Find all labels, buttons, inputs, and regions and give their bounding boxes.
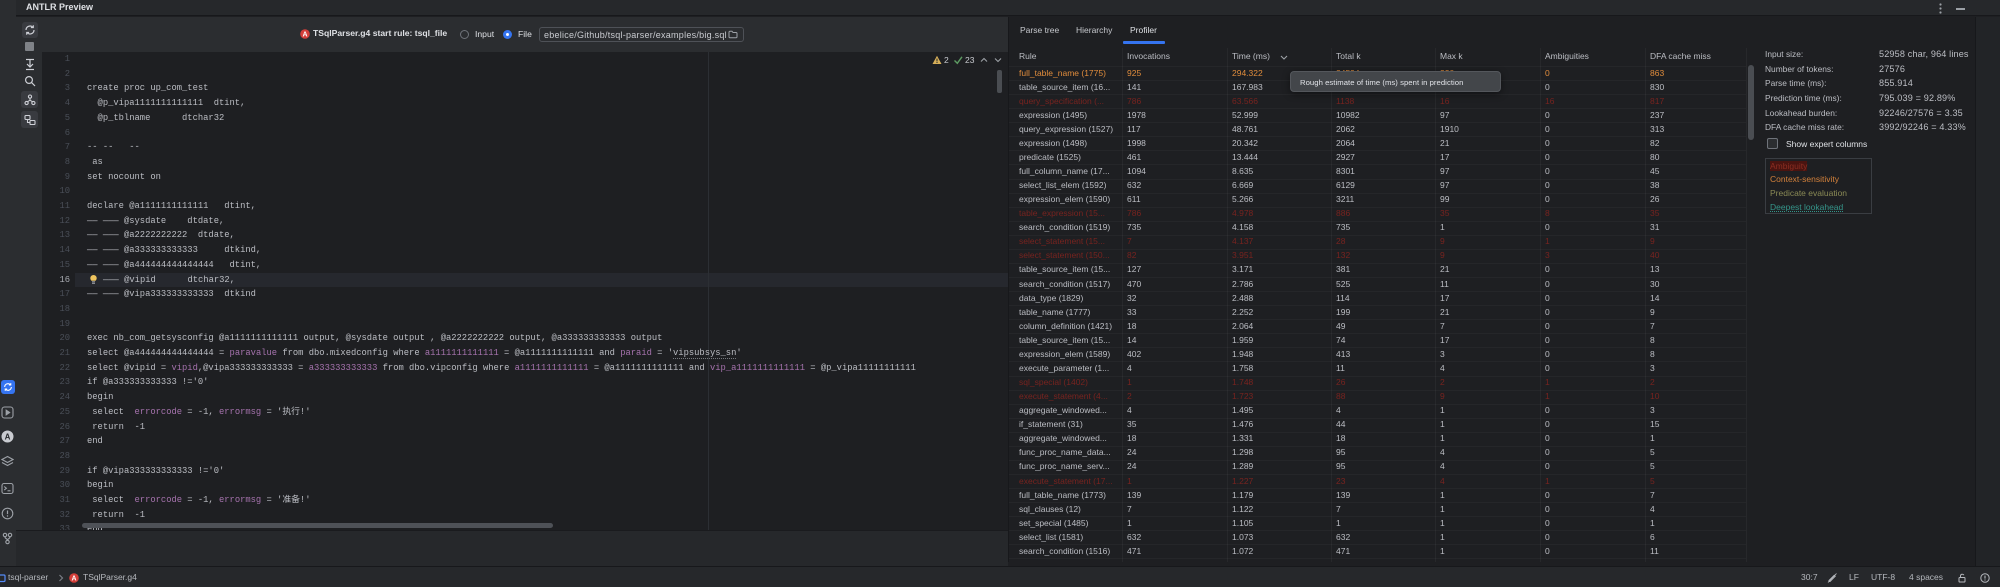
svg-text:A: A: [5, 432, 11, 441]
svg-text:A: A: [302, 32, 307, 39]
svg-text:A: A: [71, 576, 76, 583]
